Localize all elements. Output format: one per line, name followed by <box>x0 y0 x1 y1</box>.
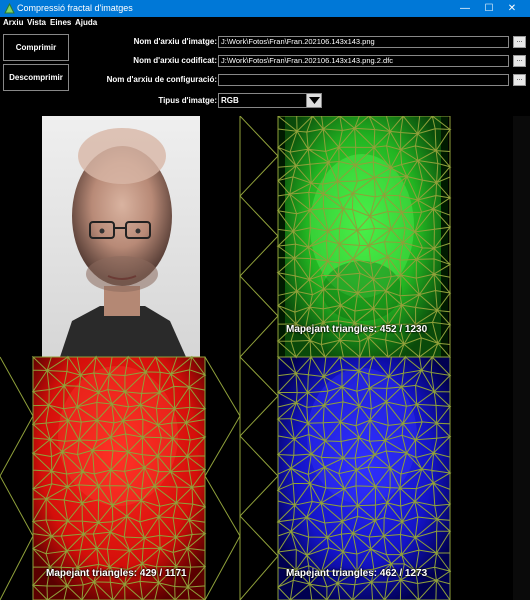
green-channel-pane <box>278 116 448 357</box>
menu-eines[interactable]: Eines <box>50 17 71 29</box>
menu-bar: Arxiu Vista Eines Ajuda <box>0 17 530 29</box>
original-photo <box>42 116 200 357</box>
config-file-input[interactable] <box>218 74 509 86</box>
triangle-mapping-canvas <box>0 116 452 600</box>
vertical-scrollbar[interactable] <box>513 116 530 600</box>
green-mapping-status: Mapejant triangles: 452 / 1230 <box>286 324 428 335</box>
menu-vista[interactable]: Vista <box>27 17 46 29</box>
compress-button[interactable]: Comprimir <box>3 34 69 61</box>
red-mapping-status: Mapejant triangles: 429 / 1171 <box>46 568 187 579</box>
encoded-file-browse-button[interactable]: ... <box>513 55 526 67</box>
image-type-label: Tipus d'imatge: <box>158 96 217 105</box>
config-file-label: Nom d'arxiu de configuració: <box>106 75 217 84</box>
chevron-down-icon <box>309 97 320 104</box>
encoded-file-label: Nom d'arxiu codificat: <box>133 56 217 65</box>
menu-arxiu[interactable]: Arxiu <box>3 17 23 29</box>
config-file-browse-button[interactable]: ... <box>513 74 526 86</box>
close-button[interactable]: ✕ <box>494 0 530 17</box>
beard <box>86 256 158 292</box>
dropdown-arrow-icon[interactable] <box>306 94 321 107</box>
controls-panel: Comprimir Descomprimir Nom d'arxiu d'ima… <box>0 29 530 116</box>
blue-mapping-status: Mapejant triangles: 462 / 1273 <box>286 568 428 579</box>
window-title: Compressió fractal d'imatges <box>17 3 133 13</box>
decompress-button[interactable]: Descomprimir <box>3 64 69 91</box>
image-file-browse-button[interactable]: ... <box>513 36 526 48</box>
image-file-input[interactable]: J:\Work\Fotos\Fran\Fran.202106.143x143.p… <box>218 36 509 48</box>
image-file-label: Nom d'arxiu d'imatge: <box>133 37 217 46</box>
app-triangle-icon <box>4 3 15 14</box>
title-bar: Compressió fractal d'imatges — ☐ ✕ <box>0 0 530 17</box>
image-type-value: RGB <box>221 96 239 105</box>
maximize-icon: ☐ <box>484 3 494 14</box>
encoded-file-input[interactable]: J:\Work\Fotos\Fran\Fran.202106.143x143.p… <box>218 55 509 67</box>
close-icon: ✕ <box>507 3 517 14</box>
menu-ajuda[interactable]: Ajuda <box>75 17 97 29</box>
minimize-icon: — <box>460 3 470 14</box>
image-type-select[interactable]: RGB <box>218 93 322 108</box>
